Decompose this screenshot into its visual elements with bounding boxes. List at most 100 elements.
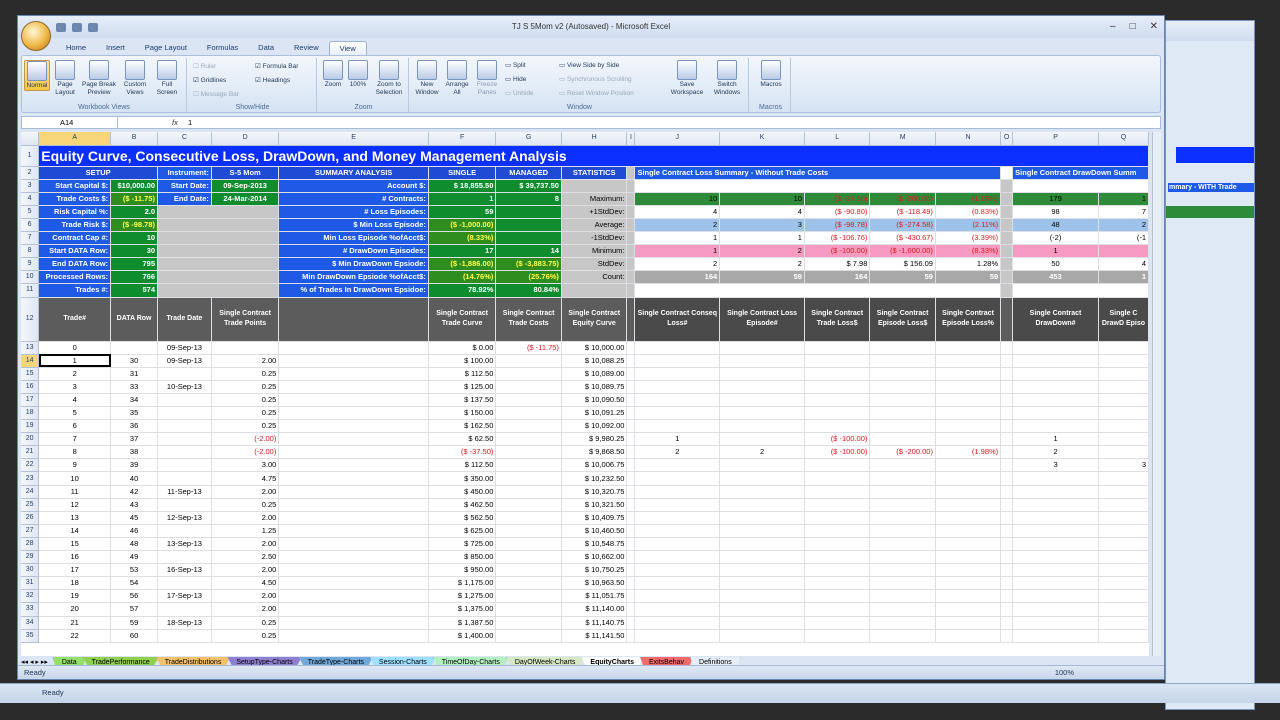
column-header-l[interactable]: L (804, 132, 871, 146)
loss-stat[interactable]: 3 (719, 218, 805, 233)
trade-loss[interactable] (804, 485, 871, 499)
row-header[interactable]: 21 (21, 445, 40, 460)
equity-curve[interactable]: $ 10,006.75 (561, 458, 628, 473)
trade-curve[interactable]: $ 100.00 (428, 354, 497, 368)
data-row[interactable] (110, 341, 159, 355)
trade-costs[interactable] (495, 563, 562, 578)
episode-loss[interactable]: ($ -200.00) (869, 445, 936, 460)
trade-number[interactable]: 0 (38, 341, 112, 355)
row-header[interactable]: 18 (21, 406, 40, 421)
drawdown-number[interactable] (1012, 602, 1099, 617)
row-header[interactable]: 1 (21, 145, 40, 167)
conseq-loss[interactable] (634, 589, 721, 604)
trade-points[interactable]: 0.25 (211, 419, 280, 434)
gap[interactable] (626, 471, 636, 486)
trade-costs[interactable] (495, 471, 562, 486)
custom-views-button[interactable]: Custom Views (120, 60, 150, 97)
blank[interactable] (278, 341, 429, 355)
gap[interactable] (626, 419, 636, 434)
tab-view[interactable]: View (328, 41, 367, 55)
single-header[interactable]: SINGLE (428, 166, 497, 180)
setup-label[interactable]: Trades #: (38, 283, 112, 298)
equity-curve[interactable]: $ 10,548.75 (561, 537, 628, 552)
trade-date[interactable] (157, 550, 212, 565)
summary-single[interactable]: 59 (428, 205, 497, 219)
table-header[interactable] (278, 297, 429, 342)
drawdown-number[interactable] (1012, 498, 1099, 512)
gap[interactable] (1000, 270, 1014, 285)
gap[interactable] (1000, 205, 1014, 219)
drawdown-episode[interactable]: 3 (1098, 458, 1149, 473)
message-bar-checkbox[interactable]: ☐ Message Bar (193, 90, 239, 98)
trade-points[interactable]: 2.00 (211, 354, 280, 368)
row-header[interactable]: 22 (21, 458, 40, 473)
blank[interactable] (278, 498, 429, 512)
loss-episode[interactable] (719, 419, 805, 434)
switch-windows-button[interactable]: Switch Windows (709, 60, 745, 97)
data-row[interactable]: 53 (110, 563, 159, 578)
conseq-loss[interactable] (634, 498, 721, 512)
gap[interactable] (1000, 283, 1014, 298)
row-header[interactable]: 25 (21, 498, 40, 512)
gap[interactable] (1000, 498, 1014, 512)
episode-loss[interactable] (869, 589, 936, 604)
drawdown-episode[interactable] (1098, 367, 1149, 381)
trade-curve[interactable]: $ 625.00 (428, 524, 497, 538)
trade-date[interactable]: 11-Sep-13 (157, 485, 212, 499)
drawdown-number[interactable]: 1 (1012, 432, 1099, 447)
trade-number[interactable]: 21 (38, 616, 112, 630)
blank[interactable] (278, 406, 429, 421)
trade-costs[interactable] (495, 629, 562, 643)
episode-loss[interactable] (869, 380, 936, 394)
loss-stat[interactable]: 4 (719, 205, 805, 219)
column-header-p[interactable]: P (1012, 132, 1099, 146)
summary-managed[interactable]: $ 39,737.50 (495, 179, 562, 193)
trade-points[interactable]: 0.25 (211, 367, 280, 381)
drawdown-stat-2[interactable]: (-1 (1098, 231, 1149, 246)
gap[interactable] (1000, 432, 1014, 447)
equity-curve[interactable]: $ 10,750.25 (561, 563, 628, 578)
trade-curve[interactable]: $ 112.50 (428, 458, 497, 473)
formula-bar-checkbox[interactable]: ☑ Formula Bar (255, 62, 298, 70)
setup-value[interactable]: ($ -98.78) (110, 218, 159, 233)
data-row[interactable]: 34 (110, 393, 159, 408)
loss-stat[interactable]: ($ -106.76) (804, 231, 871, 246)
row-header[interactable]: 28 (21, 537, 40, 552)
episode-loss[interactable] (869, 485, 936, 499)
gap[interactable] (1000, 218, 1014, 233)
drawdown-number[interactable]: 2 (1012, 445, 1099, 460)
gap[interactable] (1000, 524, 1014, 538)
row-header[interactable]: 23 (21, 471, 40, 486)
loss-episode[interactable] (719, 563, 805, 578)
drawdown-episode[interactable] (1098, 471, 1149, 486)
setup-header[interactable]: SETUP (38, 166, 159, 180)
loss-stat[interactable]: 1 (634, 244, 721, 259)
blank[interactable] (157, 218, 280, 233)
drawdown-stat-2[interactable]: 1 (1098, 192, 1149, 206)
loss-episode[interactable] (719, 602, 805, 617)
drawdown-number[interactable] (1012, 354, 1099, 368)
trade-points[interactable]: (-2.00) (211, 445, 280, 460)
drawdown-episode[interactable] (1098, 432, 1149, 447)
name-box[interactable]: A14 (22, 117, 118, 128)
trade-number[interactable]: 19 (38, 589, 112, 604)
row-header[interactable]: 27 (21, 524, 40, 538)
conseq-loss[interactable] (634, 380, 721, 394)
trade-costs[interactable]: ($ -11.75) (495, 341, 562, 355)
zoom-to-selection-button[interactable]: Zoom to Selection (371, 60, 407, 97)
trade-date[interactable] (157, 458, 212, 473)
trade-number[interactable]: 16 (38, 550, 112, 565)
managed-header[interactable]: MANAGED (495, 166, 562, 180)
summary-single[interactable]: ($ -1,886.00) (428, 257, 497, 272)
loss-stat[interactable]: 59 (935, 270, 1002, 285)
trade-loss[interactable] (804, 498, 871, 512)
zoom-100-button[interactable]: 100% (347, 60, 369, 89)
table-header[interactable]: Single Contract Equity Curve (561, 297, 628, 342)
zoom-button[interactable]: Zoom (321, 60, 345, 89)
loss-stat[interactable]: 164 (634, 270, 721, 285)
conseq-loss[interactable] (634, 511, 721, 525)
data-row[interactable]: 39 (110, 458, 159, 473)
loss-stat[interactable]: 2 (719, 257, 805, 272)
trade-curve[interactable]: $ 562.50 (428, 511, 497, 525)
summary-single[interactable]: $ 18,855.50 (428, 179, 497, 193)
